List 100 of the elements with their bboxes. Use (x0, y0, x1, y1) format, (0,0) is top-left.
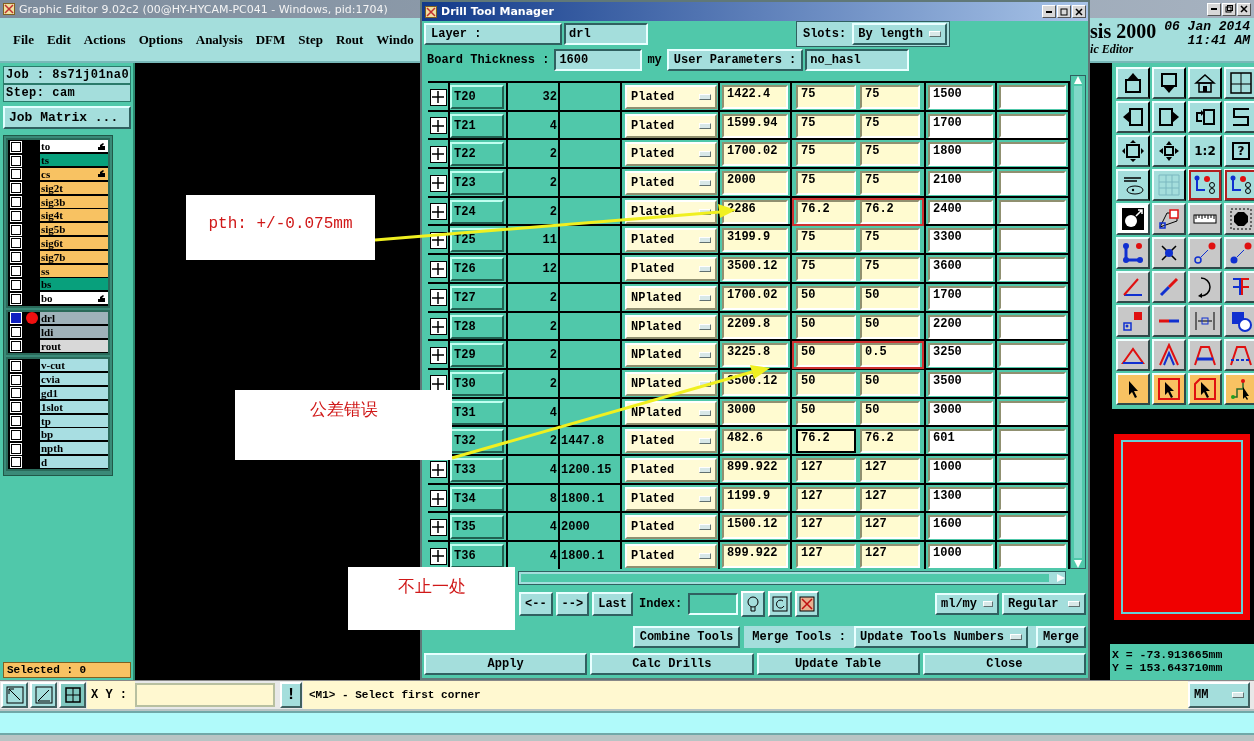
layer-item[interactable]: npth (40, 442, 108, 456)
finish-size-field[interactable]: 1700.02 (722, 285, 788, 310)
drill-size-field[interactable]: 601 (928, 429, 993, 454)
finish-size-field[interactable]: 2209.8 (722, 314, 788, 339)
maximize-button[interactable] (1057, 5, 1071, 18)
layer-checkbox[interactable] (11, 313, 21, 324)
tool-button[interactable] (1188, 339, 1222, 371)
horizontal-scrollbar[interactable] (518, 571, 1066, 585)
minus-tolerance-field[interactable]: 75 (860, 142, 920, 167)
minus-tolerance-field[interactable]: 75 (860, 228, 920, 253)
layer-item[interactable]: bo (40, 292, 108, 306)
layer-item[interactable]: sig3b (40, 195, 108, 209)
expand-button[interactable] (429, 490, 447, 508)
tool-button[interactable]: T35 (450, 515, 504, 540)
tool-button[interactable]: ? (1224, 135, 1254, 167)
tool-button[interactable] (1224, 169, 1254, 201)
table-input-field[interactable] (999, 113, 1066, 138)
user-parameters-field[interactable]: no_hasl (805, 49, 910, 71)
job-matrix-button[interactable]: Job Matrix ... (3, 106, 131, 129)
tool-button[interactable] (1188, 237, 1222, 269)
finish-size-field[interactable]: 3199.9 (722, 228, 788, 253)
minus-tolerance-field[interactable]: 75 (860, 171, 920, 196)
layer-checkbox[interactable] (11, 266, 21, 277)
finish-size-field[interactable]: 2000 (722, 171, 788, 196)
expand-button[interactable] (429, 174, 447, 192)
drill-size-field[interactable]: 1000 (928, 457, 993, 482)
layer-item[interactable]: bp (40, 428, 108, 442)
table-input-field[interactable] (999, 343, 1066, 368)
layer-item[interactable]: rout (40, 339, 108, 353)
index-field[interactable] (688, 593, 739, 615)
layer-checkbox[interactable] (11, 429, 21, 440)
type-dropdown[interactable]: Plated (625, 171, 717, 196)
layer-item[interactable]: cvia (40, 373, 108, 387)
tool-button[interactable]: T23 (450, 171, 504, 196)
tool-button[interactable] (1152, 101, 1186, 133)
layer-checkbox[interactable] (11, 293, 21, 304)
layer-item[interactable]: ss (40, 264, 108, 278)
plus-tolerance-field[interactable]: 75 (796, 142, 856, 167)
plus-tolerance-field[interactable]: 75 (796, 171, 856, 196)
minus-tolerance-field[interactable]: 127 (860, 515, 920, 540)
minus-tolerance-field[interactable]: 127 (860, 486, 920, 511)
tool-button[interactable]: T34 (450, 486, 504, 511)
tool-button[interactable] (1116, 67, 1150, 99)
plus-tolerance-field[interactable]: 50 (796, 371, 856, 396)
expand-button[interactable] (429, 518, 447, 536)
minus-tolerance-field[interactable]: 76.2 (860, 429, 920, 454)
tool-button[interactable]: T22 (450, 142, 504, 167)
merge-mode-dropdown[interactable]: Update Tools Numbers (853, 626, 1028, 648)
layer-item[interactable]: sig2t (40, 181, 108, 195)
drill-size-field[interactable]: 3300 (928, 228, 993, 253)
layer-checkbox[interactable] (11, 341, 21, 352)
nav-button[interactable]: Last (592, 592, 634, 616)
action-button[interactable]: Calc Drills (590, 653, 754, 675)
plus-tolerance-field[interactable]: 75 (796, 85, 856, 109)
close-button[interactable] (1072, 5, 1086, 18)
plus-tolerance-field[interactable]: 50 (796, 400, 856, 425)
minus-tolerance-field[interactable]: 0.5 (860, 343, 920, 368)
refresh-button[interactable] (768, 591, 793, 617)
layer-checkbox[interactable] (11, 279, 21, 290)
expand-button[interactable] (429, 117, 447, 135)
finish-size-field[interactable]: 1199.9 (722, 486, 788, 511)
type-dropdown[interactable]: Plated (625, 457, 717, 482)
layer-checkbox[interactable] (11, 238, 21, 249)
type-dropdown[interactable]: NPlated (625, 285, 717, 310)
layer-checkbox[interactable] (11, 197, 21, 208)
minus-tolerance-field[interactable]: 127 (860, 544, 920, 568)
layer-checkbox[interactable] (11, 443, 21, 454)
menu-item[interactable]: Edit (46, 31, 71, 48)
table-input-field[interactable] (999, 515, 1066, 540)
tool-button[interactable] (1116, 135, 1150, 167)
action-button[interactable]: Apply (424, 653, 588, 675)
layer-item[interactable]: tp (40, 414, 108, 428)
minimize-button[interactable] (1207, 2, 1221, 16)
plus-tolerance-field[interactable]: 127 (796, 486, 856, 511)
drill-size-field[interactable]: 3000 (928, 400, 993, 425)
expand-button[interactable] (429, 88, 447, 106)
minus-tolerance-field[interactable]: 75 (860, 257, 920, 282)
tool-button[interactable] (1188, 67, 1222, 99)
minus-tolerance-field[interactable]: 50 (860, 400, 920, 425)
plus-tolerance-field[interactable]: 127 (796, 457, 856, 482)
drill-size-field[interactable]: 3500 (928, 371, 993, 396)
tool-button[interactable] (1188, 271, 1222, 303)
layer-checkbox[interactable] (11, 416, 21, 427)
tool-button[interactable]: T21 (450, 113, 504, 138)
layer-checkbox[interactable] (11, 141, 21, 152)
thickness-field[interactable]: 1600 (554, 49, 643, 71)
tool-button[interactable] (1116, 237, 1150, 269)
layer-item[interactable]: sig5b (40, 223, 108, 237)
tool-button[interactable] (1224, 305, 1254, 337)
tool-button[interactable]: T33 (450, 457, 504, 482)
drill-size-field[interactable]: 1600 (928, 515, 993, 540)
layer-checkbox[interactable] (11, 374, 21, 385)
drill-size-field[interactable]: 1300 (928, 486, 993, 511)
tool-button[interactable] (1152, 237, 1186, 269)
tool-button[interactable]: T30 (450, 371, 504, 396)
layer-item[interactable]: 1slot (40, 400, 108, 414)
finish-size-field[interactable]: 3500.12 (722, 257, 788, 282)
mode-dropdown[interactable]: Regular (1002, 593, 1086, 615)
drill-size-field[interactable]: 3600 (928, 257, 993, 282)
tool-button[interactable] (1188, 101, 1222, 133)
